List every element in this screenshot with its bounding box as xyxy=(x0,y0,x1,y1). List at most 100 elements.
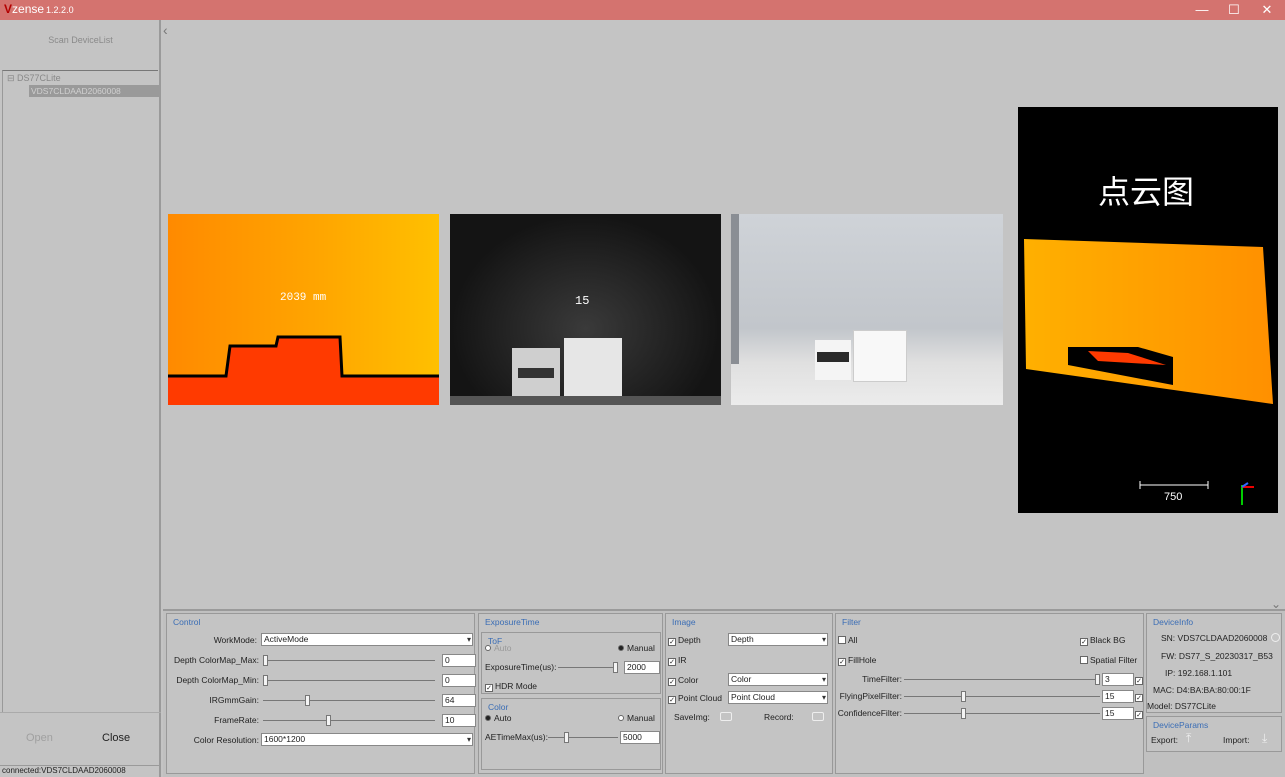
framerate-input[interactable]: 10 xyxy=(442,714,476,727)
depth-min-handle[interactable] xyxy=(263,675,268,686)
exposure-time-slider[interactable] xyxy=(558,662,618,673)
depth-max-label: Depth ColorMap_Max: xyxy=(173,655,259,665)
scan-devicelist-button[interactable]: Scan DeviceList xyxy=(0,35,161,45)
ir-value-label: 15 xyxy=(575,294,590,308)
model-value: DS77CLite xyxy=(1174,701,1216,711)
tree-expand-icon[interactable]: ⊟ xyxy=(7,73,17,83)
irgain-input[interactable]: 64 xyxy=(442,694,476,707)
framerate-slider[interactable] xyxy=(263,715,435,726)
sidebar-divider xyxy=(0,712,161,713)
filter-group: Filter All ✓ Black BG ✓ FillHole Spatial F… xyxy=(835,613,1144,774)
framerate-handle[interactable] xyxy=(326,715,332,726)
color-manual-label: Manual xyxy=(627,713,655,723)
fillhole-checkbox[interactable]: ✓ FillHole xyxy=(838,655,876,666)
color-box-right xyxy=(853,330,907,382)
logo-text: zense xyxy=(12,2,45,16)
exposure-time-input[interactable]: 2000 xyxy=(624,661,660,674)
tof-auto-radio[interactable]: Auto xyxy=(485,643,512,653)
color-checkbox[interactable]: ✓ Color xyxy=(668,675,698,686)
depth-min-input[interactable]: 0 xyxy=(442,674,476,687)
ae-time-input[interactable]: 5000 xyxy=(620,731,660,744)
flying-pixel-input[interactable]: 15 xyxy=(1102,690,1134,703)
irgain-slider[interactable] xyxy=(263,695,435,706)
flying-pixel-slider[interactable] xyxy=(904,691,1100,702)
record-label: Record: xyxy=(764,712,794,722)
ir-view: 15 xyxy=(450,214,721,405)
pointcloud-checkbox[interactable]: ✓ Point Cloud xyxy=(668,693,722,704)
depth-objects xyxy=(168,335,439,405)
color-exposure-title: Color xyxy=(488,702,509,712)
deviceparams-group: DeviceParams Export: ⤒ Import: ⤓ xyxy=(1146,716,1282,752)
bottom-panel: Control WorkMode: ActiveMode Depth Color… xyxy=(163,609,1285,777)
tree-root[interactable]: ⊟ DS77CLite xyxy=(7,73,61,84)
pointcloud-view: 点云图 750 xyxy=(1018,107,1278,513)
open-button[interactable]: Open xyxy=(26,732,53,744)
import-icon[interactable]: ⤓ xyxy=(1262,731,1267,746)
color-left-edge xyxy=(731,214,739,364)
filter-all-checkbox[interactable]: All xyxy=(838,635,857,645)
depth-max-input[interactable]: 0 xyxy=(442,654,476,667)
close-button[interactable]: Close xyxy=(102,732,130,744)
export-icon[interactable]: ⤒ xyxy=(1186,731,1191,746)
depth-distance-label: 2039 mm xyxy=(280,292,327,304)
ip-value: 192.168.1.101 xyxy=(1177,668,1233,678)
ae-time-handle[interactable] xyxy=(564,732,570,743)
time-filter-enable[interactable]: ✓ xyxy=(1135,674,1145,685)
confidence-filter-input[interactable]: 15 xyxy=(1102,707,1134,720)
logo-v: V xyxy=(4,2,13,16)
refresh-icon[interactable] xyxy=(1271,633,1280,642)
device-tree: ⊟ DS77CLite VDS7CLDAAD2060008 xyxy=(2,70,159,712)
model-label: Model: xyxy=(1147,701,1173,711)
minimize-button[interactable]: — xyxy=(1190,1,1214,19)
spatial-filter-checkbox[interactable]: Spatial Filter xyxy=(1080,655,1137,665)
mac-row: MAC: D4:BA:BA:80:00:1F xyxy=(1153,685,1251,695)
exposure-title: ExposureTime xyxy=(485,617,540,627)
pointcloud-mode-select[interactable]: Point Cloud xyxy=(728,691,828,704)
time-filter-input[interactable]: 3 xyxy=(1102,673,1134,686)
tof-manual-radio[interactable]: Manual xyxy=(618,643,655,653)
depth-checkbox[interactable]: ✓ Depth xyxy=(668,635,701,646)
spatial-filter-box xyxy=(1080,656,1088,664)
depth-max-handle[interactable] xyxy=(263,655,268,666)
color-manual-dot xyxy=(618,715,624,721)
time-filter-handle[interactable] xyxy=(1095,674,1100,685)
title-bar: Vzense 1.2.2.0 — ☐ ✕ xyxy=(0,0,1285,20)
saveimg-label: SaveImg: xyxy=(674,712,710,722)
depth-mode-select[interactable]: Depth xyxy=(728,633,828,646)
confidence-filter-enable[interactable]: ✓ xyxy=(1135,708,1145,719)
ir-box-right xyxy=(564,338,622,396)
exposure-time-handle[interactable] xyxy=(613,662,618,673)
save-image-camera-icon[interactable] xyxy=(720,712,732,721)
collapse-arrow-icon[interactable]: ‹ xyxy=(163,22,168,38)
device-sidebar: Scan DeviceList ⊟ DS77CLite VDS7CLDAAD20… xyxy=(0,20,161,777)
black-bg-checkbox[interactable]: ✓ Black BG xyxy=(1080,635,1125,646)
tof-auto-label: Auto xyxy=(494,643,512,653)
resolution-select[interactable]: 1600*1200 xyxy=(261,733,473,746)
color-mode-select[interactable]: Color xyxy=(728,673,828,686)
depth-max-slider[interactable] xyxy=(263,655,435,666)
tree-item-device[interactable]: VDS7CLDAAD2060008 xyxy=(29,85,159,97)
control-title: Control xyxy=(173,617,201,627)
maximize-button[interactable]: ☐ xyxy=(1222,1,1246,19)
ir-checkbox-label: IR xyxy=(678,655,687,665)
close-window-button[interactable]: ✕ xyxy=(1255,1,1279,19)
record-camera-icon[interactable] xyxy=(812,712,824,721)
ir-checkbox[interactable]: ✓ IR xyxy=(668,655,687,666)
workmode-select[interactable]: ActiveMode xyxy=(261,633,473,646)
color-auto-radio[interactable]: Auto xyxy=(485,713,512,723)
flying-pixel-handle[interactable] xyxy=(961,691,967,702)
ip-label: IP: xyxy=(1165,668,1176,678)
app-version: 1.2.2.0 xyxy=(46,5,74,15)
confidence-filter-handle[interactable] xyxy=(961,708,967,719)
confidence-filter-slider[interactable] xyxy=(904,708,1100,719)
time-filter-slider[interactable] xyxy=(904,674,1100,685)
deviceparams-title: DeviceParams xyxy=(1153,720,1209,730)
depth-min-slider[interactable] xyxy=(263,675,435,686)
ae-time-slider[interactable] xyxy=(548,732,618,743)
flying-pixel-enable[interactable]: ✓ xyxy=(1135,691,1145,702)
color-manual-radio[interactable]: Manual xyxy=(618,713,655,723)
pointcloud-surface xyxy=(1024,239,1273,505)
spatial-filter-label: Spatial Filter xyxy=(1090,655,1138,665)
hdr-mode-checkbox[interactable]: ✓ HDR Mode xyxy=(485,681,537,692)
irgain-handle[interactable] xyxy=(304,695,310,706)
